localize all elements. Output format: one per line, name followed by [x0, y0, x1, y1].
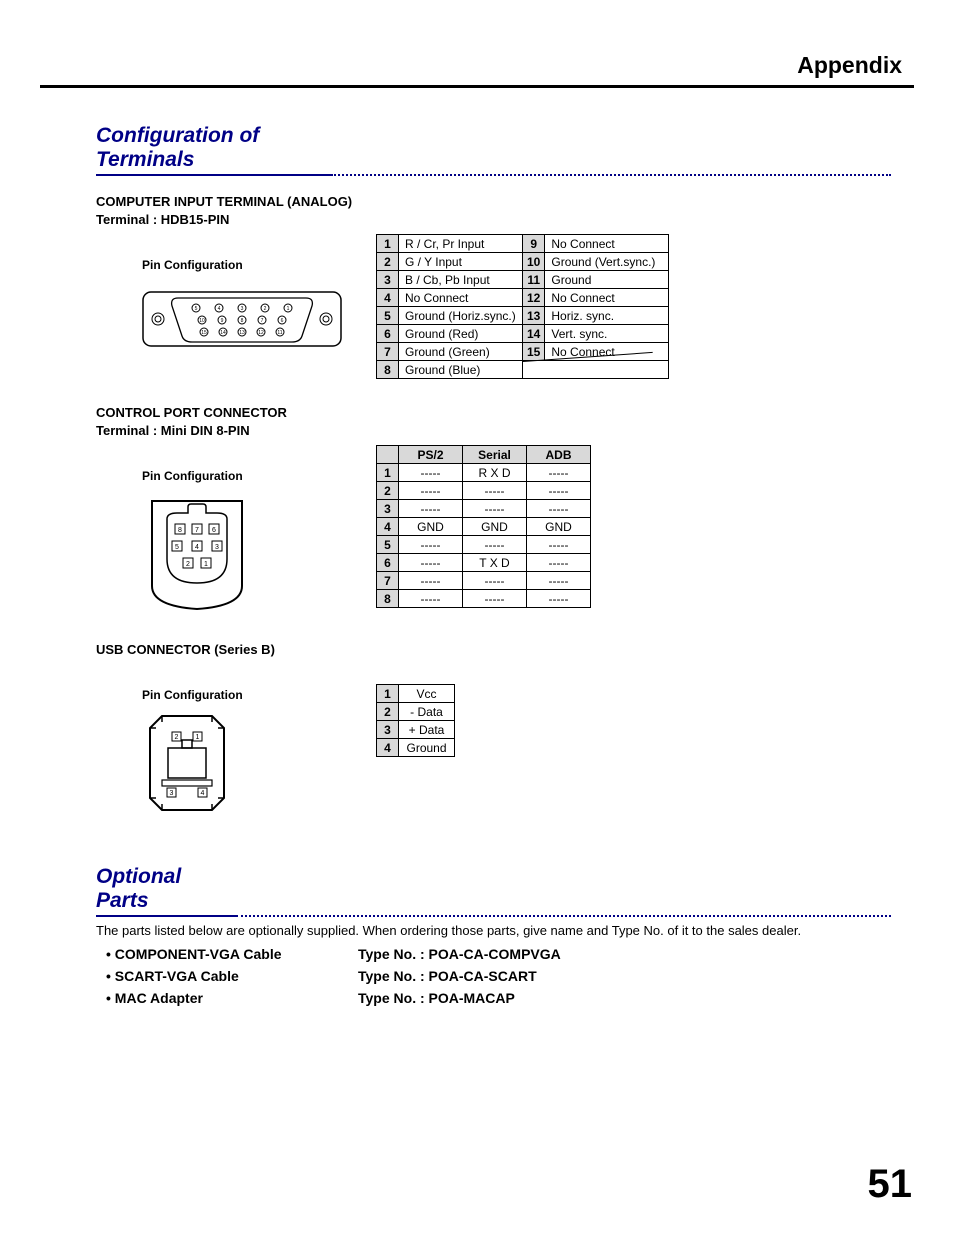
svg-text:1: 1	[204, 561, 208, 568]
svg-text:5: 5	[175, 544, 179, 551]
page-number: 51	[868, 1162, 913, 1207]
svg-text:12: 12	[258, 330, 264, 336]
svg-text:10: 10	[199, 318, 205, 324]
computer-input-terminal: Terminal : HDB15-PIN	[96, 212, 874, 227]
din-pin-table: PS/2SerialADB 1-----R X D----- 2--------…	[376, 445, 591, 608]
svg-text:8: 8	[178, 527, 182, 534]
svg-text:4: 4	[218, 306, 221, 312]
svg-text:13: 13	[239, 330, 245, 336]
optional-intro: The parts listed below are optionally su…	[96, 923, 874, 938]
usb-heading: USB CONNECTOR (Series B)	[96, 642, 874, 657]
section-title-optional: Optional Parts	[96, 865, 236, 917]
svg-text:6: 6	[212, 527, 216, 534]
svg-text:3: 3	[241, 306, 244, 312]
svg-text:6: 6	[281, 318, 284, 324]
usb-pin-table: 1Vcc 2- Data 3+ Data 4Ground	[376, 684, 455, 757]
svg-text:11: 11	[277, 330, 282, 336]
svg-text:3: 3	[215, 544, 219, 551]
svg-text:3: 3	[170, 790, 174, 797]
dotted-leader	[331, 173, 891, 176]
computer-input-heading: COMPUTER INPUT TERMINAL (ANALOG)	[96, 194, 874, 209]
svg-text:4: 4	[201, 790, 205, 797]
vga-pin-table: 1R / Cr, Pr Input9No Connect 2G / Y Inpu…	[376, 234, 669, 379]
pin-config-label-usb: Pin Configuration	[142, 688, 376, 702]
svg-text:7: 7	[261, 318, 264, 324]
page-header: Appendix	[40, 52, 914, 85]
svg-text:5: 5	[195, 306, 198, 312]
svg-text:4: 4	[195, 544, 199, 551]
optional-list: • COMPONENT-VGA CableType No. : POA-CA-C…	[106, 946, 914, 1006]
svg-text:15: 15	[201, 330, 207, 336]
pin-config-label-vga: Pin Configuration	[142, 258, 376, 272]
svg-text:2: 2	[175, 734, 179, 741]
section-title-config: Configuration of Terminals	[96, 124, 331, 176]
pin-config-label-din: Pin Configuration	[142, 469, 376, 483]
svg-text:2: 2	[186, 561, 190, 568]
vga-connector-diagram: 5 4 3 2 1 10 9 8 7 6 15 14 13 12	[142, 284, 342, 354]
dotted-leader	[236, 914, 891, 917]
svg-text:14: 14	[220, 330, 226, 336]
svg-text:1: 1	[196, 734, 200, 741]
control-port-terminal: Terminal : Mini DIN 8-PIN	[96, 423, 874, 438]
svg-text:2: 2	[264, 306, 267, 312]
svg-text:9: 9	[221, 318, 224, 324]
svg-text:8: 8	[241, 318, 244, 324]
svg-text:7: 7	[195, 527, 199, 534]
control-port-heading: CONTROL PORT CONNECTOR	[96, 405, 874, 420]
svg-text:1: 1	[287, 306, 290, 312]
din-connector-diagram: 8 7 6 5 4 3 2 1	[142, 491, 252, 611]
usb-connector-diagram: 2 1 3 4	[142, 708, 232, 818]
